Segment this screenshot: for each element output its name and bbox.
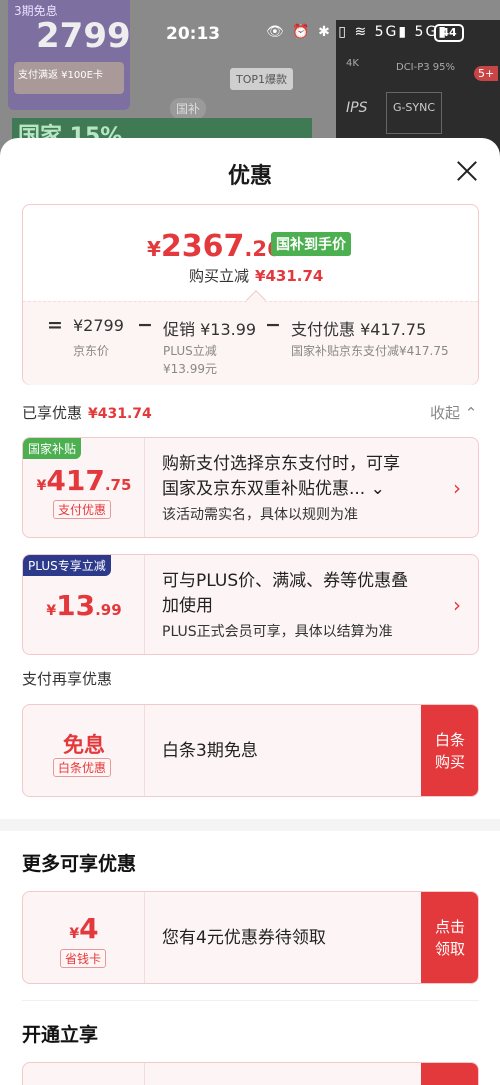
enjoyed-amount: ¥431.74 (88, 406, 152, 422)
enjoyed-label: 已享优惠 (22, 404, 83, 422)
offer-card-plus[interactable]: PLUS专享立减 ¥13.99 可与PLUS价、满减、券等优惠叠 加使用 PLU… (22, 554, 479, 655)
amount-decimal: .99 (95, 601, 122, 619)
close-icon[interactable] (452, 156, 482, 186)
action-label: 白条 购买 (434, 730, 465, 771)
battery-icon: 44 (434, 24, 464, 42)
currency-symbol: ¥ (46, 603, 57, 619)
chevron-right-icon[interactable]: › (453, 476, 461, 500)
discount-sheet: 优惠 ¥2367.26 国补到手价 购买立减 ¥431.74 = ¥2799 京东… (0, 138, 500, 1085)
pay-discount-label: 国家补贴京东支付减¥417.75 (291, 344, 449, 358)
offer-corner-tag: 国家补贴 (23, 438, 82, 459)
bg-count-badge: 5+ (474, 66, 499, 81)
subsidy-price-tag: 国补到手价 (271, 232, 351, 256)
promo-sub-value: ¥13.99元 (163, 362, 217, 376)
collapse-button[interactable]: 收起 ⌃ (430, 402, 477, 423)
amount-integer: 13 (56, 589, 96, 622)
jd-price: ¥2799 (73, 316, 124, 335)
baitiao-buy-button[interactable]: 白条 购买 (421, 705, 478, 796)
bg-tag: 4K (346, 58, 359, 69)
offer-desc-line2: 加使用 (162, 596, 213, 616)
status-bar: 20:13 👁 ⏰ ✱ ▯ ≋ 5G▮ 5G▮ 44 (0, 0, 500, 56)
offer-desc-line2[interactable]: 国家及京东双重补贴优惠... ⌄ (162, 477, 385, 502)
offer-type-tag: 白条优惠 (53, 758, 112, 777)
jd-price-label: 京东价 (73, 344, 110, 358)
section-divider (0, 819, 500, 831)
offer-amount: ¥13.99 (23, 589, 145, 622)
offer-card-subsidy[interactable]: 国家补贴 ¥417.75 支付优惠 购新支付选择京东支付时，可享 国家及京东双重… (22, 437, 479, 538)
more-offers-title: 更多可享优惠 (22, 853, 137, 875)
save-label: 购买立减 (189, 267, 250, 285)
bg-top-badge: TOP1爆款 (230, 68, 294, 90)
offer-left: PLUS专享立减 ¥13.99 (23, 555, 145, 654)
offer-type-tag: 支付优惠 (53, 500, 112, 519)
bg-mid: TOP1爆款 国补 (170, 48, 320, 119)
bg-subsidy-chip: 国补 (170, 98, 207, 119)
currency-symbol: ¥ (147, 237, 161, 261)
offer-left: 国家补贴 ¥417.75 支付优惠 (23, 438, 145, 537)
open-action-button[interactable] (421, 1063, 478, 1085)
promo-amount: 促销 ¥13.99 (163, 320, 257, 339)
bg-promo-coupon: 支付满返 ¥100E卡 (14, 62, 124, 94)
divider (22, 1000, 479, 1001)
offer-left: 免息 白条优惠 (23, 705, 145, 796)
claim-coupon-button[interactable]: 点击 领取 (421, 892, 478, 983)
bg-tag: DCI-P3 95% (396, 62, 456, 73)
offer-card-baitiao[interactable]: 免息 白条优惠 白条3期免息 白条 购买 (22, 704, 479, 797)
price-summary-card: ¥2367.26 国补到手价 购买立减 ¥431.74 = ¥2799 京东价 −… (22, 204, 479, 385)
summary-top: ¥2367.26 国补到手价 购买立减 ¥431.74 (23, 205, 478, 301)
amount-decimal: .75 (104, 476, 132, 494)
status-time: 20:13 (166, 24, 221, 44)
price-integer: 2367 (160, 229, 245, 264)
offer-desc-line1: 可与PLUS价、满减、券等优惠叠 (162, 571, 409, 591)
amount-integer: 4 (79, 912, 99, 945)
offer-desc: 白条3期免息 (162, 741, 258, 761)
offer-amount: ¥417.75 (23, 464, 145, 497)
save-amount: ¥431.74 (255, 267, 324, 285)
offer-corner-tag: PLUS专享立减 (23, 555, 111, 576)
pay-more-title: 支付再享优惠 (22, 670, 113, 688)
minus-sign: − (137, 314, 153, 336)
currency-symbol: ¥ (69, 926, 80, 942)
bg-gsync: G-SYNC (386, 92, 442, 134)
offer-left (23, 1063, 145, 1085)
open-section-title: 开通立享 (22, 1024, 99, 1046)
action-label: 点击 领取 (434, 917, 465, 958)
offer-left: ¥4 省钱卡 (23, 892, 145, 983)
promo-sub-label: PLUS立减 (163, 344, 217, 358)
pay-discount: 支付优惠 ¥417.75 (291, 320, 427, 339)
offer-note: PLUS正式会员可享，具体以结算为准 (162, 624, 393, 640)
offer-amount: ¥4 (23, 912, 145, 945)
offer-desc: 您有4元优惠券待领取 (162, 928, 326, 948)
currency-symbol: ¥ (36, 478, 47, 494)
save-line: 购买立减 ¥431.74 (189, 265, 323, 286)
offer-type-tag: 省钱卡 (60, 949, 107, 968)
offer-card-open[interactable] (22, 1062, 479, 1085)
offer-note: 该活动需实名，具体以规则为准 (162, 507, 358, 523)
offer-card-coupon[interactable]: ¥4 省钱卡 您有4元优惠券待领取 点击 领取 (22, 891, 479, 984)
minus-sign: − (265, 314, 281, 336)
status-icons: 👁 ⏰ ✱ ▯ ≋ 5G▮ 5G▮ (266, 24, 448, 40)
equals-sign: = (47, 314, 63, 336)
price-breakdown: = ¥2799 京东价 − 促销 ¥13.99 PLUS立减 ¥13.99元 −… (23, 301, 478, 385)
amount-integer: 417 (46, 464, 105, 497)
chevron-right-icon[interactable]: › (453, 593, 461, 617)
enjoyed-discount: 已享优惠 ¥431.74 (22, 402, 152, 423)
offer-desc-line1: 购新支付选择京东支付时，可享 (162, 454, 400, 474)
final-price: ¥2367.26 (147, 229, 282, 264)
offer-amount: 免息 (63, 733, 105, 757)
sheet-title: 优惠 (227, 164, 272, 189)
bg-tag: IPS (346, 100, 368, 116)
